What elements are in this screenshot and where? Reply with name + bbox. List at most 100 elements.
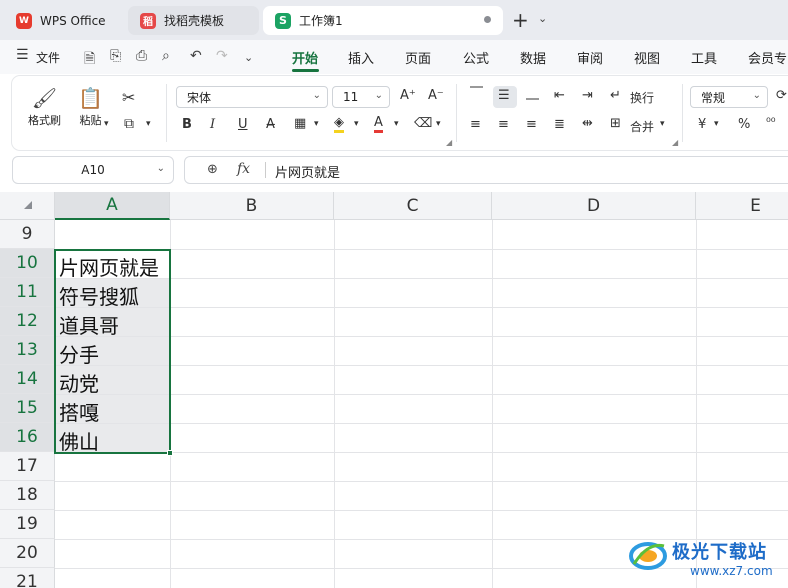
tab-wps-office[interactable]: W WPS Office: [4, 6, 124, 35]
tab-page[interactable]: 页面: [405, 48, 431, 67]
merge-icon[interactable]: ⊞: [610, 116, 621, 131]
column-header-d[interactable]: D: [492, 192, 696, 220]
chevron-down-icon[interactable]: ⌄: [157, 163, 165, 174]
formula-content[interactable]: 片网页就是: [275, 162, 340, 181]
chevron-down-icon[interactable]: ▾: [394, 119, 399, 129]
row-header[interactable]: 12: [0, 307, 55, 336]
strikethrough-icon[interactable]: A̶: [266, 117, 275, 132]
print-icon[interactable]: ⎙: [136, 48, 147, 64]
row-header[interactable]: 20: [0, 539, 55, 568]
cut-icon[interactable]: ✂: [122, 88, 135, 107]
fill-handle[interactable]: [167, 450, 173, 456]
align-bottom-icon[interactable]: ⎽: [526, 86, 539, 101]
row-header[interactable]: 16: [0, 423, 55, 452]
fill-color-icon[interactable]: ◈: [334, 116, 344, 133]
print-preview-icon[interactable]: ⌕: [162, 48, 170, 64]
align-center-icon[interactable]: ≡: [498, 117, 509, 132]
zoom-icon[interactable]: ⊕: [207, 162, 218, 177]
chevron-down-icon[interactable]: ▾: [436, 119, 441, 129]
chevron-down-icon[interactable]: ▾: [314, 119, 319, 129]
tab-data[interactable]: 数据: [520, 48, 546, 67]
tab-tools[interactable]: 工具: [691, 48, 717, 67]
chevron-down-icon[interactable]: ▾: [104, 119, 109, 129]
row-header[interactable]: 19: [0, 510, 55, 539]
underline-icon[interactable]: U: [238, 117, 248, 132]
border-icon[interactable]: ▦: [294, 116, 306, 131]
new-tab-plus-icon[interactable]: +: [512, 8, 529, 32]
convert-icon[interactable]: ⟳: [776, 88, 787, 103]
number-format-value: 常规: [701, 90, 726, 105]
format-painter-button[interactable]: 🖌 格式刷: [28, 86, 61, 128]
undo-icon[interactable]: ↶: [190, 48, 202, 64]
align-middle-icon[interactable]: ☰: [498, 88, 510, 103]
column-header-a[interactable]: A: [55, 192, 170, 220]
row-header[interactable]: 18: [0, 481, 55, 510]
tab-insert[interactable]: 插入: [348, 48, 374, 67]
column-header-c[interactable]: C: [334, 192, 492, 220]
row-header[interactable]: 10: [0, 249, 55, 278]
function-icon[interactable]: fx: [237, 161, 250, 177]
column-header-e[interactable]: E: [696, 192, 788, 220]
increase-font-icon[interactable]: A⁺: [400, 88, 416, 103]
chevron-down-icon[interactable]: ▾: [354, 119, 359, 129]
comma-style-icon[interactable]: ⁰⁰: [766, 115, 776, 129]
chevron-down-icon[interactable]: ▾: [714, 119, 719, 129]
align-right-icon[interactable]: ≡: [526, 117, 537, 132]
font-size-select[interactable]: 11 ⌄: [332, 86, 390, 108]
save-icon[interactable]: 🗎: [84, 48, 95, 72]
align-top-icon[interactable]: ⎺: [470, 86, 483, 101]
wrap-text-icon[interactable]: ↵: [610, 88, 621, 103]
spreadsheet-grid[interactable]: A B C D E 9 10 11 12 13 14 15 16 17 18 1…: [0, 192, 788, 588]
row-header[interactable]: 21: [0, 568, 55, 588]
tab-member[interactable]: 会员专: [748, 48, 787, 67]
number-format-select[interactable]: 常规 ⌄: [690, 86, 768, 108]
paste-button[interactable]: 📋 粘贴: [78, 86, 103, 128]
bold-icon[interactable]: B: [182, 117, 192, 132]
tab-view[interactable]: 视图: [634, 48, 660, 67]
name-box[interactable]: A10 ⌄: [12, 156, 174, 184]
row-header[interactable]: 14: [0, 365, 55, 394]
percent-icon[interactable]: %: [738, 117, 750, 132]
font-name-select[interactable]: 宋体 ⌄: [176, 86, 328, 108]
chevron-down-icon[interactable]: ▾: [660, 119, 665, 129]
alignment-settings-corner-icon[interactable]: ◢: [672, 138, 678, 147]
decrease-font-icon[interactable]: A⁻: [428, 88, 444, 103]
select-all-icon: [24, 201, 32, 209]
unsaved-dot-icon[interactable]: [484, 16, 491, 23]
font-settings-corner-icon[interactable]: ◢: [446, 138, 452, 147]
row-header[interactable]: 13: [0, 336, 55, 365]
hamburger-icon[interactable]: ☰: [16, 47, 29, 63]
font-color-icon[interactable]: A: [374, 115, 383, 133]
merge-label[interactable]: 合并: [630, 118, 654, 135]
row-header[interactable]: 11: [0, 278, 55, 307]
tab-formula[interactable]: 公式: [463, 48, 489, 67]
increase-indent-icon[interactable]: ⇥: [582, 88, 593, 103]
tab-home[interactable]: 开始: [292, 48, 318, 67]
ribbon-divider: [456, 84, 457, 142]
formula-bar[interactable]: ⊕ fx 片网页就是: [184, 156, 788, 184]
tab-workbook[interactable]: S 工作簿1: [263, 6, 503, 35]
chevron-down-icon[interactable]: ⌄: [244, 51, 253, 64]
italic-icon[interactable]: I: [210, 117, 215, 132]
distributed-icon[interactable]: ⇹: [582, 116, 593, 131]
export-icon[interactable]: ⎘: [110, 48, 121, 64]
redo-icon[interactable]: ↷: [216, 48, 228, 64]
row-header[interactable]: 9: [0, 220, 55, 249]
clear-format-icon[interactable]: ⌫: [414, 116, 432, 131]
chevron-down-icon[interactable]: ▾: [146, 119, 151, 129]
wrap-text-label[interactable]: 换行: [630, 89, 654, 106]
justify-icon[interactable]: ≣: [554, 117, 565, 132]
row-header[interactable]: 15: [0, 394, 55, 423]
currency-icon[interactable]: ¥: [698, 117, 706, 132]
align-left-icon[interactable]: ≡: [470, 117, 481, 132]
chevron-down-icon: ⌄: [374, 90, 383, 101]
select-all-corner[interactable]: [0, 192, 55, 220]
decrease-indent-icon[interactable]: ⇤: [554, 88, 565, 103]
tab-review[interactable]: 审阅: [577, 48, 603, 67]
tab-template[interactable]: 稻 找稻壳模板: [128, 6, 259, 35]
row-header[interactable]: 17: [0, 452, 55, 481]
copy-icon[interactable]: ⧉: [124, 116, 134, 132]
chevron-down-icon[interactable]: ⌄: [538, 12, 547, 25]
column-header-b[interactable]: B: [170, 192, 334, 220]
menu-file[interactable]: 文件: [36, 49, 60, 66]
